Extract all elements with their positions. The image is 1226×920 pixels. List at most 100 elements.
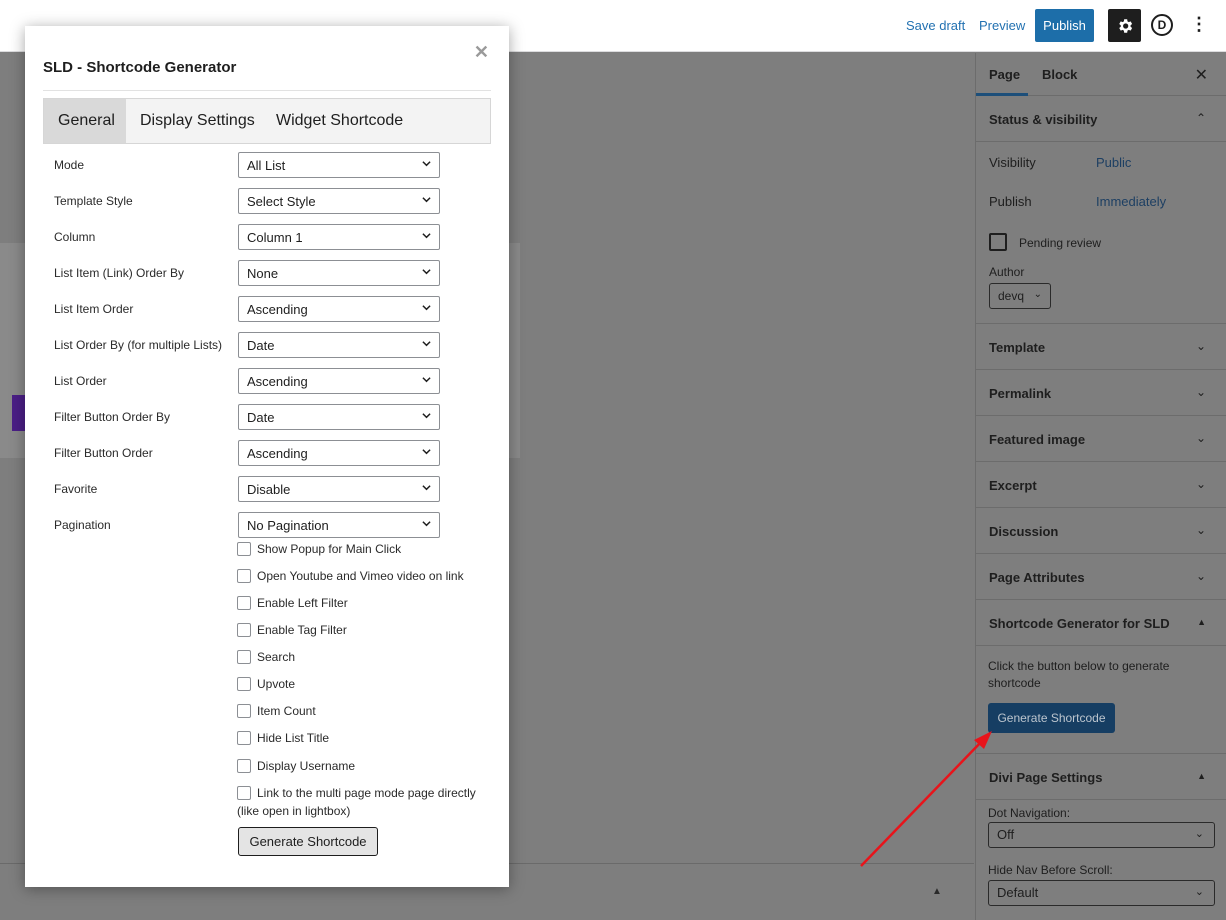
- chevron-down-icon: ⌄: [1195, 431, 1206, 445]
- panel-divi-page-settings[interactable]: Divi Page Settings ▲: [976, 754, 1226, 800]
- settings-gear-icon[interactable]: [1108, 9, 1141, 42]
- publish-label: Publish: [989, 194, 1032, 209]
- checkbox-label: Enable Tag Filter: [257, 623, 347, 637]
- panel-title: Excerpt: [989, 478, 1037, 493]
- field-pagination: Pagination No Pagination: [54, 512, 474, 538]
- list-item-order-select[interactable]: Ascending: [238, 296, 440, 322]
- checkbox[interactable]: [237, 650, 251, 664]
- visibility-link[interactable]: Public: [1096, 155, 1131, 170]
- publish-date-link[interactable]: Immediately: [1096, 194, 1166, 209]
- select-value: No Pagination: [247, 518, 329, 533]
- modal-tabs: General Display Settings Widget Shortcod…: [43, 98, 491, 144]
- close-sidebar-icon[interactable]: ✕: [1195, 65, 1208, 85]
- filter-button-order-select[interactable]: Ascending: [238, 440, 440, 466]
- panel-shortcode-generator[interactable]: Shortcode Generator for SLD ▲: [976, 600, 1226, 646]
- checkbox[interactable]: [237, 623, 251, 637]
- divi-logo-icon[interactable]: D: [1151, 14, 1173, 36]
- column-select[interactable]: Column 1: [238, 224, 440, 250]
- list-order-select[interactable]: Ascending: [238, 368, 440, 394]
- list-order-by-select[interactable]: Date: [238, 332, 440, 358]
- select-value: Column 1: [247, 230, 303, 245]
- checkbox-enable-tag-filter[interactable]: Enable Tag Filter: [237, 621, 497, 639]
- author-select[interactable]: devq ⌄: [989, 283, 1051, 309]
- chevron-down-icon: [422, 305, 431, 311]
- pagination-select[interactable]: No Pagination: [238, 512, 440, 538]
- dot-navigation-select[interactable]: Off ⌄: [988, 822, 1215, 848]
- tab-block[interactable]: Block: [1042, 67, 1077, 82]
- field-label: Mode: [54, 158, 85, 172]
- checkbox-open-youtube[interactable]: Open Youtube and Vimeo video on link: [237, 567, 497, 585]
- checkbox[interactable]: [237, 542, 251, 556]
- chevron-down-icon: [422, 413, 431, 419]
- collapse-triangle-icon[interactable]: ▲: [932, 886, 942, 897]
- chevron-up-icon: ⌃: [1195, 111, 1206, 125]
- field-label: Filter Button Order By: [54, 410, 171, 424]
- checkbox[interactable]: [237, 731, 251, 745]
- pending-review-checkbox[interactable]: [989, 233, 1007, 251]
- chevron-down-icon: [422, 233, 431, 239]
- dot-navigation-label: Dot Navigation:: [988, 806, 1071, 820]
- checkbox-enable-left-filter[interactable]: Enable Left Filter: [237, 594, 497, 612]
- checkbox[interactable]: [237, 677, 251, 691]
- close-modal-icon[interactable]: ✕: [474, 42, 489, 63]
- panel-page-attributes[interactable]: Page Attributes ⌄: [976, 554, 1226, 600]
- select-value: Date: [247, 410, 275, 425]
- panel-template[interactable]: Template ⌄: [976, 324, 1226, 370]
- list-item-order-by-select[interactable]: None: [238, 260, 440, 286]
- checkbox[interactable]: [237, 704, 251, 718]
- checkbox[interactable]: [237, 759, 251, 773]
- panel-title: Shortcode Generator for SLD: [989, 616, 1170, 631]
- tab-general[interactable]: General: [44, 99, 126, 143]
- tab-widget-shortcode[interactable]: Widget Shortcode: [262, 99, 417, 143]
- panel-excerpt[interactable]: Excerpt ⌄: [976, 462, 1226, 508]
- checkbox-item-count[interactable]: Item Count: [237, 702, 497, 720]
- checkbox[interactable]: [237, 786, 251, 800]
- save-draft-button[interactable]: Save draft: [906, 18, 965, 33]
- chevron-down-icon: ⌄: [1194, 828, 1204, 840]
- checkbox[interactable]: [237, 569, 251, 583]
- select-value: Ascending: [247, 302, 308, 317]
- panel-status-visibility[interactable]: Status & visibility ⌃: [976, 96, 1226, 142]
- field-label: List Item (Link) Order By: [54, 266, 185, 280]
- dot-navigation-value: Off: [997, 827, 1015, 842]
- favorite-select[interactable]: Disable: [238, 476, 440, 502]
- field-filter-button-order-by: Filter Button Order By Date: [54, 404, 474, 430]
- template-style-select[interactable]: Select Style: [238, 188, 440, 214]
- triangle-up-icon: ▲: [1197, 617, 1206, 627]
- sidebar-generate-shortcode-button[interactable]: Generate Shortcode: [988, 703, 1115, 733]
- checkbox-show-popup[interactable]: Show Popup for Main Click: [237, 540, 497, 558]
- field-mode: Mode All List: [54, 152, 474, 178]
- checkbox-label: Open Youtube and Vimeo video on link: [257, 569, 464, 583]
- chevron-down-icon: ⌄: [1033, 289, 1042, 300]
- preview-button[interactable]: Preview: [979, 18, 1025, 33]
- chevron-down-icon: ⌄: [1195, 477, 1206, 491]
- checkbox-search[interactable]: Search: [237, 648, 497, 666]
- chevron-down-icon: ⌄: [1195, 569, 1206, 583]
- checkbox[interactable]: [237, 596, 251, 610]
- publish-button[interactable]: Publish: [1035, 9, 1094, 42]
- visibility-label: Visibility: [989, 155, 1036, 170]
- tab-page[interactable]: Page: [989, 67, 1020, 82]
- generate-shortcode-button[interactable]: Generate Shortcode: [238, 827, 378, 856]
- field-column: Column Column 1: [54, 224, 474, 250]
- hide-nav-value: Default: [997, 885, 1039, 900]
- checkbox-hide-list-title[interactable]: Hide List Title: [237, 729, 497, 747]
- hide-nav-select[interactable]: Default ⌄: [988, 880, 1215, 906]
- panel-permalink[interactable]: Permalink ⌄: [976, 370, 1226, 416]
- panel-title: Permalink: [989, 386, 1052, 401]
- tab-display-settings[interactable]: Display Settings: [126, 99, 269, 143]
- mode-select[interactable]: All List: [238, 152, 440, 178]
- checkbox-upvote[interactable]: Upvote: [237, 675, 497, 693]
- more-options-icon[interactable]: ⋮: [1190, 14, 1208, 34]
- checkbox-link-multi-page[interactable]: Link to the multi page mode page directl…: [237, 784, 487, 820]
- panel-discussion[interactable]: Discussion ⌄: [976, 508, 1226, 554]
- chevron-down-icon: [422, 449, 431, 455]
- checkbox-display-username[interactable]: Display Username: [237, 757, 497, 775]
- divi-builder-button[interactable]: [12, 395, 26, 431]
- field-template-style: Template Style Select Style: [54, 188, 474, 214]
- chevron-down-icon: ⌄: [1194, 886, 1204, 898]
- panel-featured-image[interactable]: Featured image ⌄: [976, 416, 1226, 462]
- field-label: Template Style: [54, 194, 133, 208]
- filter-button-order-by-select[interactable]: Date: [238, 404, 440, 430]
- select-value: All List: [247, 158, 286, 173]
